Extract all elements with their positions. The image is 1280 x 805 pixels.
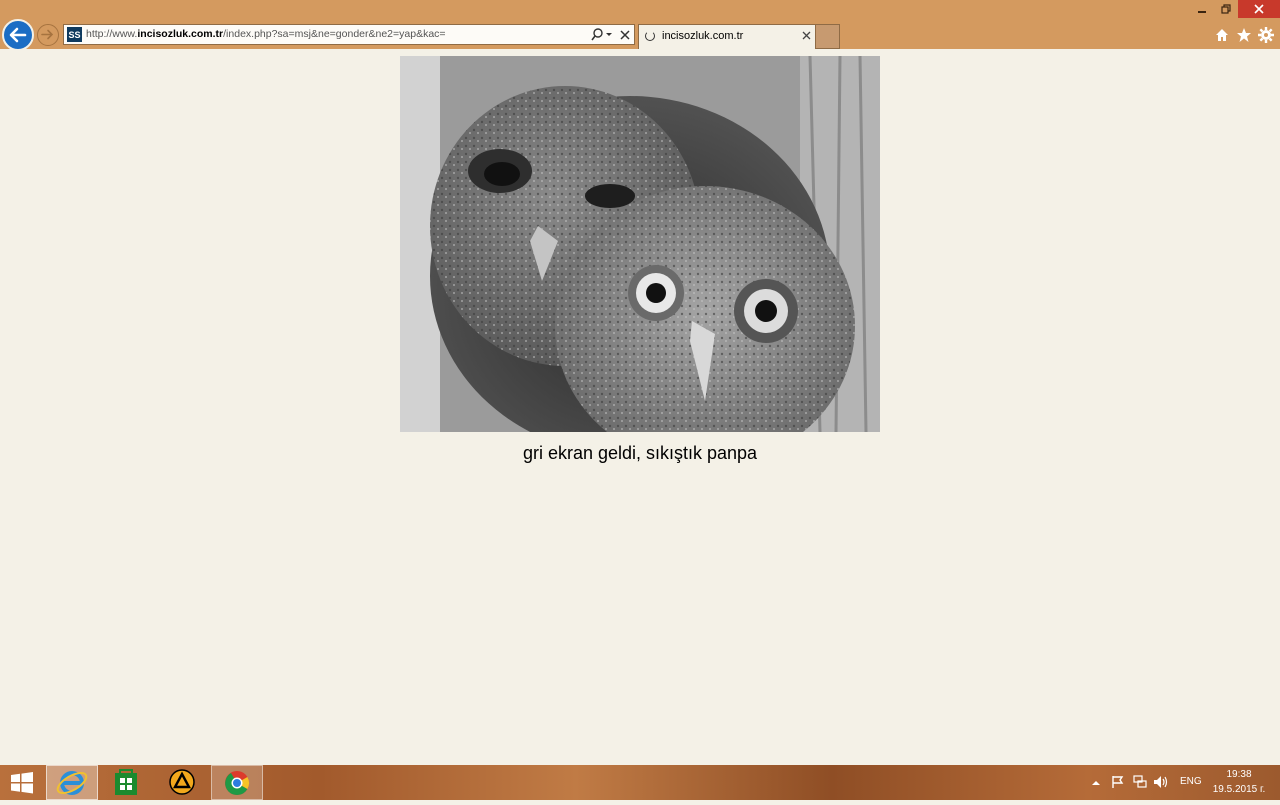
gear-icon: [1258, 27, 1274, 43]
page-caption: gri ekran geldi, sıkıştık panpa: [522, 443, 758, 463]
clock-time[interactable]: 19:38: [1212, 769, 1266, 780]
close-icon: [620, 30, 630, 40]
speaker-icon: [1154, 776, 1168, 788]
tools-button[interactable]: [1258, 27, 1274, 43]
minimize-icon: [1198, 11, 1206, 13]
tab-title: incisozluk.com.tr: [662, 30, 744, 42]
action-center-button[interactable]: [1111, 775, 1125, 789]
url-path: /index.php?sa=msj&ne=gonder&ne2=yap&kac=: [223, 28, 446, 40]
chrome-icon: [225, 771, 250, 796]
start-button[interactable]: [9, 770, 35, 796]
tab-close-button[interactable]: [801, 28, 813, 42]
site-favicon: SS: [67, 27, 82, 42]
triangle-app-icon: [169, 769, 195, 795]
restore-button[interactable]: [1214, 0, 1238, 18]
forward-button[interactable]: [37, 24, 59, 46]
address-bar[interactable]: SS http://www.incisozluk.com.tr/index.ph…: [63, 24, 635, 45]
arrow-right-icon: [41, 29, 54, 40]
url-prefix: http://www.: [86, 28, 138, 40]
owl-photo: [400, 56, 880, 432]
taskbar-chrome[interactable]: [211, 765, 263, 800]
star-icon: [1237, 28, 1251, 42]
chevron-up-icon: [1092, 781, 1100, 785]
search-icon: [591, 28, 612, 41]
windows-logo-icon: [11, 772, 33, 794]
home-icon: [1216, 29, 1228, 41]
restore-icon: [1221, 4, 1231, 14]
new-tab-button[interactable]: [816, 24, 840, 49]
volume-button[interactable]: [1153, 775, 1169, 789]
taskbar: ENG 19:38 19.5.2015 г.: [0, 765, 1280, 800]
back-button[interactable]: [2, 19, 34, 51]
close-icon: [1254, 4, 1264, 14]
browser-frame: SS http://www.incisozluk.com.tr/index.ph…: [0, 0, 1280, 51]
clock-date[interactable]: 19.5.2015 г.: [1208, 784, 1270, 795]
taskbar-app[interactable]: [156, 765, 208, 800]
home-button[interactable]: [1214, 27, 1230, 43]
search-dropdown-button[interactable]: [590, 26, 614, 44]
url-domain: incisozluk.com.tr: [137, 28, 224, 40]
flag-icon: [1112, 776, 1124, 788]
close-window-button[interactable]: [1238, 0, 1280, 18]
taskbar-windows-store[interactable]: [100, 765, 152, 800]
minimize-button[interactable]: [1190, 0, 1214, 18]
favorites-button[interactable]: [1236, 27, 1252, 43]
show-hidden-icons-button[interactable]: [1090, 776, 1102, 788]
taskbar-internet-explorer[interactable]: [46, 765, 98, 800]
tab-incisozluk[interactable]: incisozluk.com.tr: [638, 24, 816, 49]
close-icon: [802, 31, 811, 40]
arrow-left-icon: [9, 27, 27, 43]
loading-spinner-icon: [645, 31, 655, 41]
language-indicator[interactable]: ENG: [1180, 776, 1202, 787]
stop-button[interactable]: [617, 26, 633, 44]
store-icon: [115, 769, 137, 795]
network-button[interactable]: [1132, 775, 1148, 789]
internet-explorer-icon: [56, 771, 88, 795]
url-text[interactable]: http://www.incisozluk.com.tr/index.php?s…: [86, 28, 446, 40]
network-icon: [1133, 775, 1147, 788]
